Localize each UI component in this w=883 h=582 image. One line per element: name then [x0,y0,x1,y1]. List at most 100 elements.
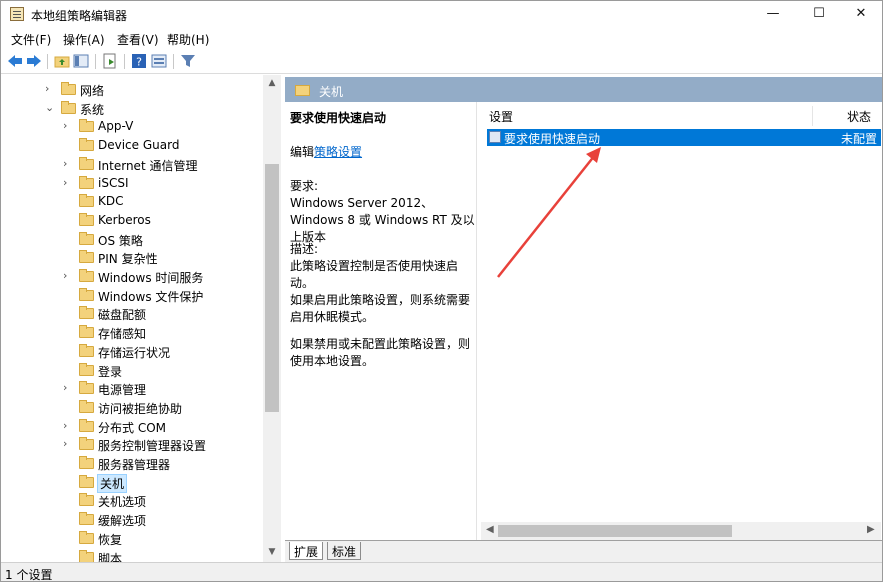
up-folder-icon[interactable] [54,53,70,69]
scroll-right-icon[interactable]: ▶ [867,524,875,535]
column-header-setting[interactable]: 设置 [489,108,513,125]
tree-item-label: 网络 [80,84,105,98]
tree-item[interactable]: 访问被拒绝协助 [1,398,263,417]
chevron-right-icon[interactable]: › [63,419,67,432]
disabled-text: 如果禁用或未配置此策略设置，则使用本地设置。 [290,337,471,368]
properties-icon[interactable] [151,53,167,69]
tree-item[interactable]: 存储感知 [1,323,263,342]
requirements-label: 要求: [290,179,319,193]
description-label: 描述: [290,242,319,256]
export-list-icon[interactable] [102,53,118,69]
forward-icon[interactable] [26,53,42,69]
folder-icon [295,85,310,96]
window: 本地组策略编辑器 — ☐ ✕ 文件(F) 操作(A) 查看(V) 帮助(H) ?… [0,0,883,582]
menu-file[interactable]: 文件(F) [11,31,51,48]
toolbar-separator [124,54,125,69]
tree-item[interactable]: KDC [1,192,263,211]
scroll-up-icon[interactable]: ▲ [263,78,281,88]
tree-item[interactable]: 登录 [1,361,263,380]
menu-view[interactable]: 查看(V) [117,31,159,48]
tree-item[interactable]: › 网络 [1,80,263,99]
scroll-thumb[interactable] [265,164,279,412]
folder-icon [79,212,94,226]
chevron-right-icon[interactable]: › [63,381,67,394]
tree-item[interactable]: 服务器管理器 [1,454,263,473]
tree-item[interactable]: › App-V [1,117,263,136]
folder-icon [79,530,94,544]
toolbar-separator [47,54,48,69]
chevron-right-icon[interactable]: › [45,82,49,95]
setting-name: 要求使用快速启动 [504,132,601,146]
chevron-down-icon[interactable]: ⌄ [45,101,54,114]
svg-text:?: ? [136,56,142,69]
tree-item[interactable]: › iSCSI [1,174,263,193]
tree-item[interactable]: Windows 文件保护 [1,286,263,305]
details-header: 关机 [285,77,882,102]
tree-item[interactable]: Device Guard [1,136,263,155]
tree-item-label: PIN 复杂性 [98,252,158,267]
folder-icon [79,512,94,526]
show-hide-tree-icon[interactable] [73,53,89,69]
tree-item[interactable]: › Windows 时间服务 [1,267,263,286]
menu-help[interactable]: 帮助(H) [167,31,209,48]
tab-standard[interactable]: 标准 [327,542,362,560]
requirements-text: Windows Server 2012、Windows 8 或 Windows … [290,196,475,244]
tree-item[interactable]: 恢复 [1,529,263,548]
tree-item-label: 系统 [80,102,105,117]
chevron-right-icon[interactable]: › [63,157,67,170]
list-item[interactable]: 要求使用快速启动 未配置 [487,129,881,146]
title-bar: 本地组策略编辑器 — ☐ ✕ [1,1,882,28]
folder-icon [79,175,94,189]
chevron-right-icon[interactable]: › [63,176,67,189]
details-pane: 关机 要求使用快速启动 编辑策略设置 要求: Windows Server 20… [285,77,882,562]
minimize-button[interactable]: — [750,1,796,28]
maximize-button[interactable]: ☐ [796,1,842,28]
policy-settings-link[interactable]: 策略设置 [314,145,362,159]
tree-item-label: 服务控制管理器设置 [98,439,207,454]
tree-item-label: 访问被拒绝协助 [98,401,183,416]
folder-icon [79,250,94,264]
tree-item[interactable]: 关机 [1,473,263,493]
help-icon[interactable]: ? [131,53,147,69]
tree-item[interactable]: 磁盘配额 [1,304,263,323]
chevron-right-icon[interactable]: › [63,437,67,450]
column-divider[interactable] [812,106,813,126]
folder-icon [79,138,94,152]
policy-editor-icon [10,7,24,21]
tree-item[interactable]: › 分布式 COM [1,417,263,436]
column-header-state[interactable]: 状态 [847,108,871,125]
tree-item[interactable]: Kerberos [1,211,263,230]
tree-item[interactable]: › Internet 通信管理 [1,155,263,174]
tree-item-label: 缓解选项 [98,514,147,529]
tree-item[interactable]: OS 策略 [1,230,263,249]
tree-item[interactable]: › 服务控制管理器设置 [1,435,263,454]
chevron-right-icon[interactable]: › [63,269,67,282]
list-horizontal-scrollbar[interactable]: ◀ ▶ [481,522,881,540]
back-icon[interactable] [7,53,23,69]
tree-item[interactable]: 关机选项 [1,491,263,510]
status-bar: 1 个设置 [1,562,882,582]
details-title: 关机 [319,85,344,99]
enabled-text: 如果启用此策略设置，则系统需要启用休眠模式。 [290,293,471,324]
tree-item-label: 服务器管理器 [98,458,171,472]
tree-item[interactable]: 缓解选项 [1,510,263,529]
tree-item-label: Windows 时间服务 [98,271,204,285]
tree-scrollbar[interactable]: ▲ ▼ [263,75,281,562]
tab-extended[interactable]: 扩展 [289,542,324,560]
scroll-down-icon[interactable]: ▼ [263,547,281,557]
tree-item[interactable]: 存储运行状况 [1,342,263,361]
close-button[interactable]: ✕ [838,1,883,28]
tree-item[interactable]: › 电源管理 [1,379,263,398]
chevron-right-icon[interactable]: › [63,119,67,132]
tree-pane: › 网络 ⌄ 系统 › App-V Device Guard › Internet 通信管理 › i… [1,75,281,562]
tree-item[interactable]: PIN 复杂性 [1,248,263,267]
tree-item-label: Device Guard [98,138,180,153]
filter-icon[interactable] [180,53,196,69]
scroll-left-icon[interactable]: ◀ [486,524,494,535]
scroll-thumb[interactable] [498,525,732,537]
menu-action[interactable]: 操作(A) [63,31,105,48]
folder-icon [79,231,94,245]
tree-item[interactable]: ⌄ 系统 [1,99,263,118]
tree-item[interactable]: 脚本 [1,548,263,562]
folder-icon [79,269,94,282]
